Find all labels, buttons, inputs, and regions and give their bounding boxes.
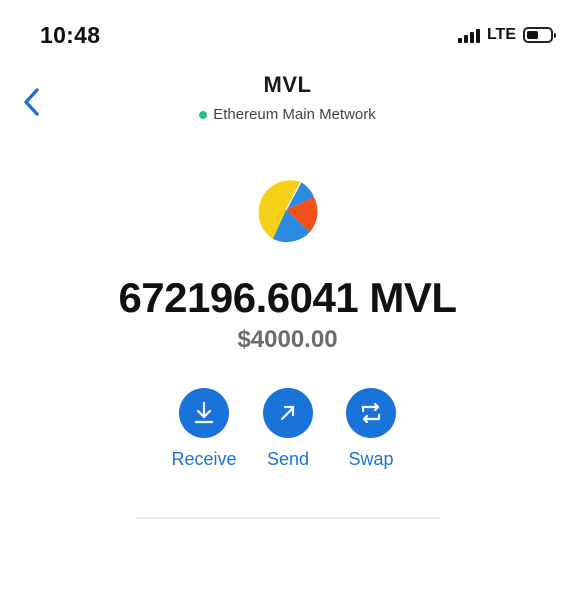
status-time: 10:48 [40,22,101,48]
swap-circle [346,388,396,438]
swap-label: Swap [348,449,394,469]
network-status-dot [199,110,208,119]
pie-token-icon [252,177,320,243]
network-type-label: LTE [486,26,516,43]
fiat-balance: $4000.00 [237,326,338,353]
swap-button[interactable]: Swap [321,388,421,470]
send-circle [263,388,313,438]
status-indicators: LTE [457,26,556,44]
token-balance: 672196.6041 MVL [118,274,457,321]
signal-icon [457,28,480,43]
header: MVL Ethereum Main Metwork [0,72,575,124]
arrow-up-right-icon [280,405,295,421]
receive-circle [179,388,229,438]
download-arrow-icon [194,401,214,424]
battery-fill [527,31,538,39]
network-indicator: Ethereum Main Metwork [199,106,376,123]
page-title: MVL [263,72,312,97]
status-bar: 10:48 LTE [0,0,575,70]
network-label: Ethereum Main Metwork [213,106,376,123]
swap-arrows-icon [361,402,381,424]
divider [136,517,440,519]
battery-icon [523,27,556,43]
